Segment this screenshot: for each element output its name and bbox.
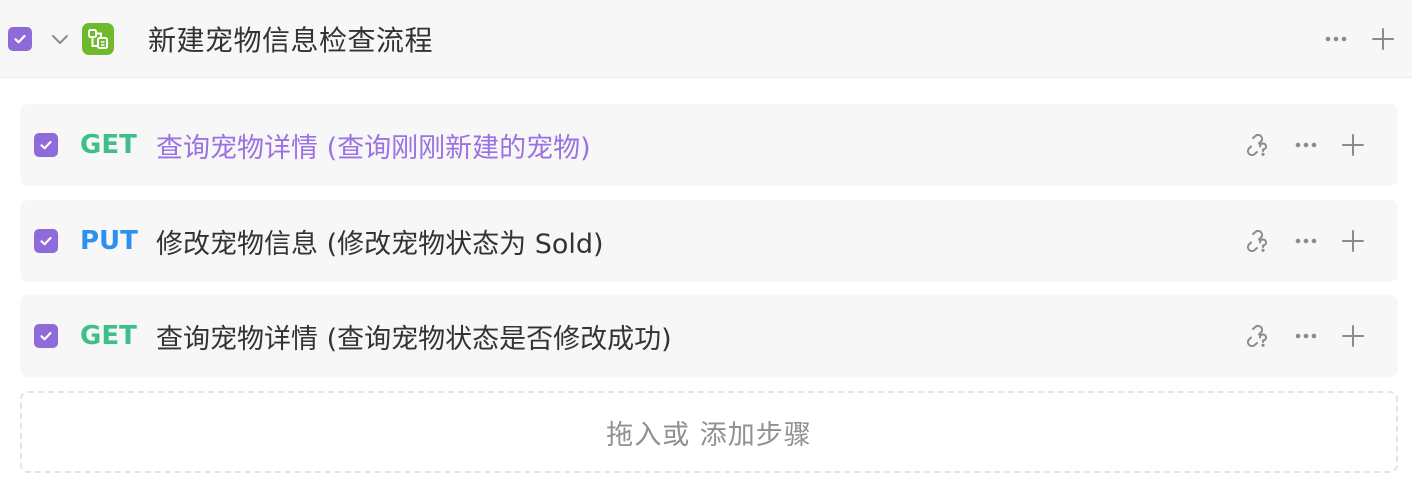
add-icon[interactable] — [1338, 321, 1368, 351]
http-method-badge: GET — [80, 130, 137, 160]
group-header: 新建宠物信息检查流程 — [0, 0, 1412, 78]
unlinked-icon[interactable] — [1240, 321, 1270, 351]
chevron-down-icon[interactable] — [48, 27, 72, 51]
group-actions — [1322, 24, 1398, 54]
http-method-badge: GET — [80, 321, 137, 351]
http-method-badge: PUT — [80, 226, 138, 256]
more-icon[interactable] — [1322, 25, 1350, 53]
add-icon[interactable] — [1368, 24, 1398, 54]
step-title[interactable]: 查询宠物详情 (查询宠物状态是否修改成功) — [156, 317, 672, 356]
step-checkbox[interactable] — [34, 133, 58, 157]
more-icon[interactable] — [1292, 227, 1320, 255]
step-title[interactable]: 查询宠物详情 (查询刚刚新建的宠物) — [156, 126, 591, 165]
step-row[interactable]: GET 查询宠物详情 (查询刚刚新建的宠物) — [20, 104, 1398, 186]
group-checkbox[interactable] — [8, 26, 32, 51]
more-icon[interactable] — [1292, 131, 1320, 159]
add-step-label: 拖入或 添加步骤 — [606, 419, 812, 451]
group-title: 新建宠物信息检查流程 — [148, 23, 434, 57]
check-icon — [40, 140, 52, 150]
step-row[interactable]: GET 查询宠物详情 (查询宠物状态是否修改成功) — [20, 295, 1398, 377]
step-checkbox[interactable] — [34, 229, 58, 253]
step-checkbox[interactable] — [34, 324, 58, 348]
add-step-dropzone[interactable]: 拖入或 添加步骤 — [20, 391, 1398, 473]
add-icon[interactable] — [1338, 226, 1368, 256]
step-actions — [1240, 226, 1368, 256]
check-icon — [40, 236, 52, 246]
step-actions — [1240, 130, 1368, 160]
unlinked-icon[interactable] — [1240, 226, 1270, 256]
more-icon[interactable] — [1292, 322, 1320, 350]
step-title[interactable]: 修改宠物信息 (修改宠物状态为 Sold) — [156, 222, 604, 261]
step-row[interactable]: PUT 修改宠物信息 (修改宠物状态为 Sold) — [20, 200, 1398, 282]
check-icon — [14, 34, 26, 43]
unlinked-icon[interactable] — [1240, 130, 1270, 160]
add-icon[interactable] — [1338, 130, 1368, 160]
flow-group-icon — [82, 22, 114, 55]
check-icon — [40, 331, 52, 341]
step-actions — [1240, 321, 1368, 351]
